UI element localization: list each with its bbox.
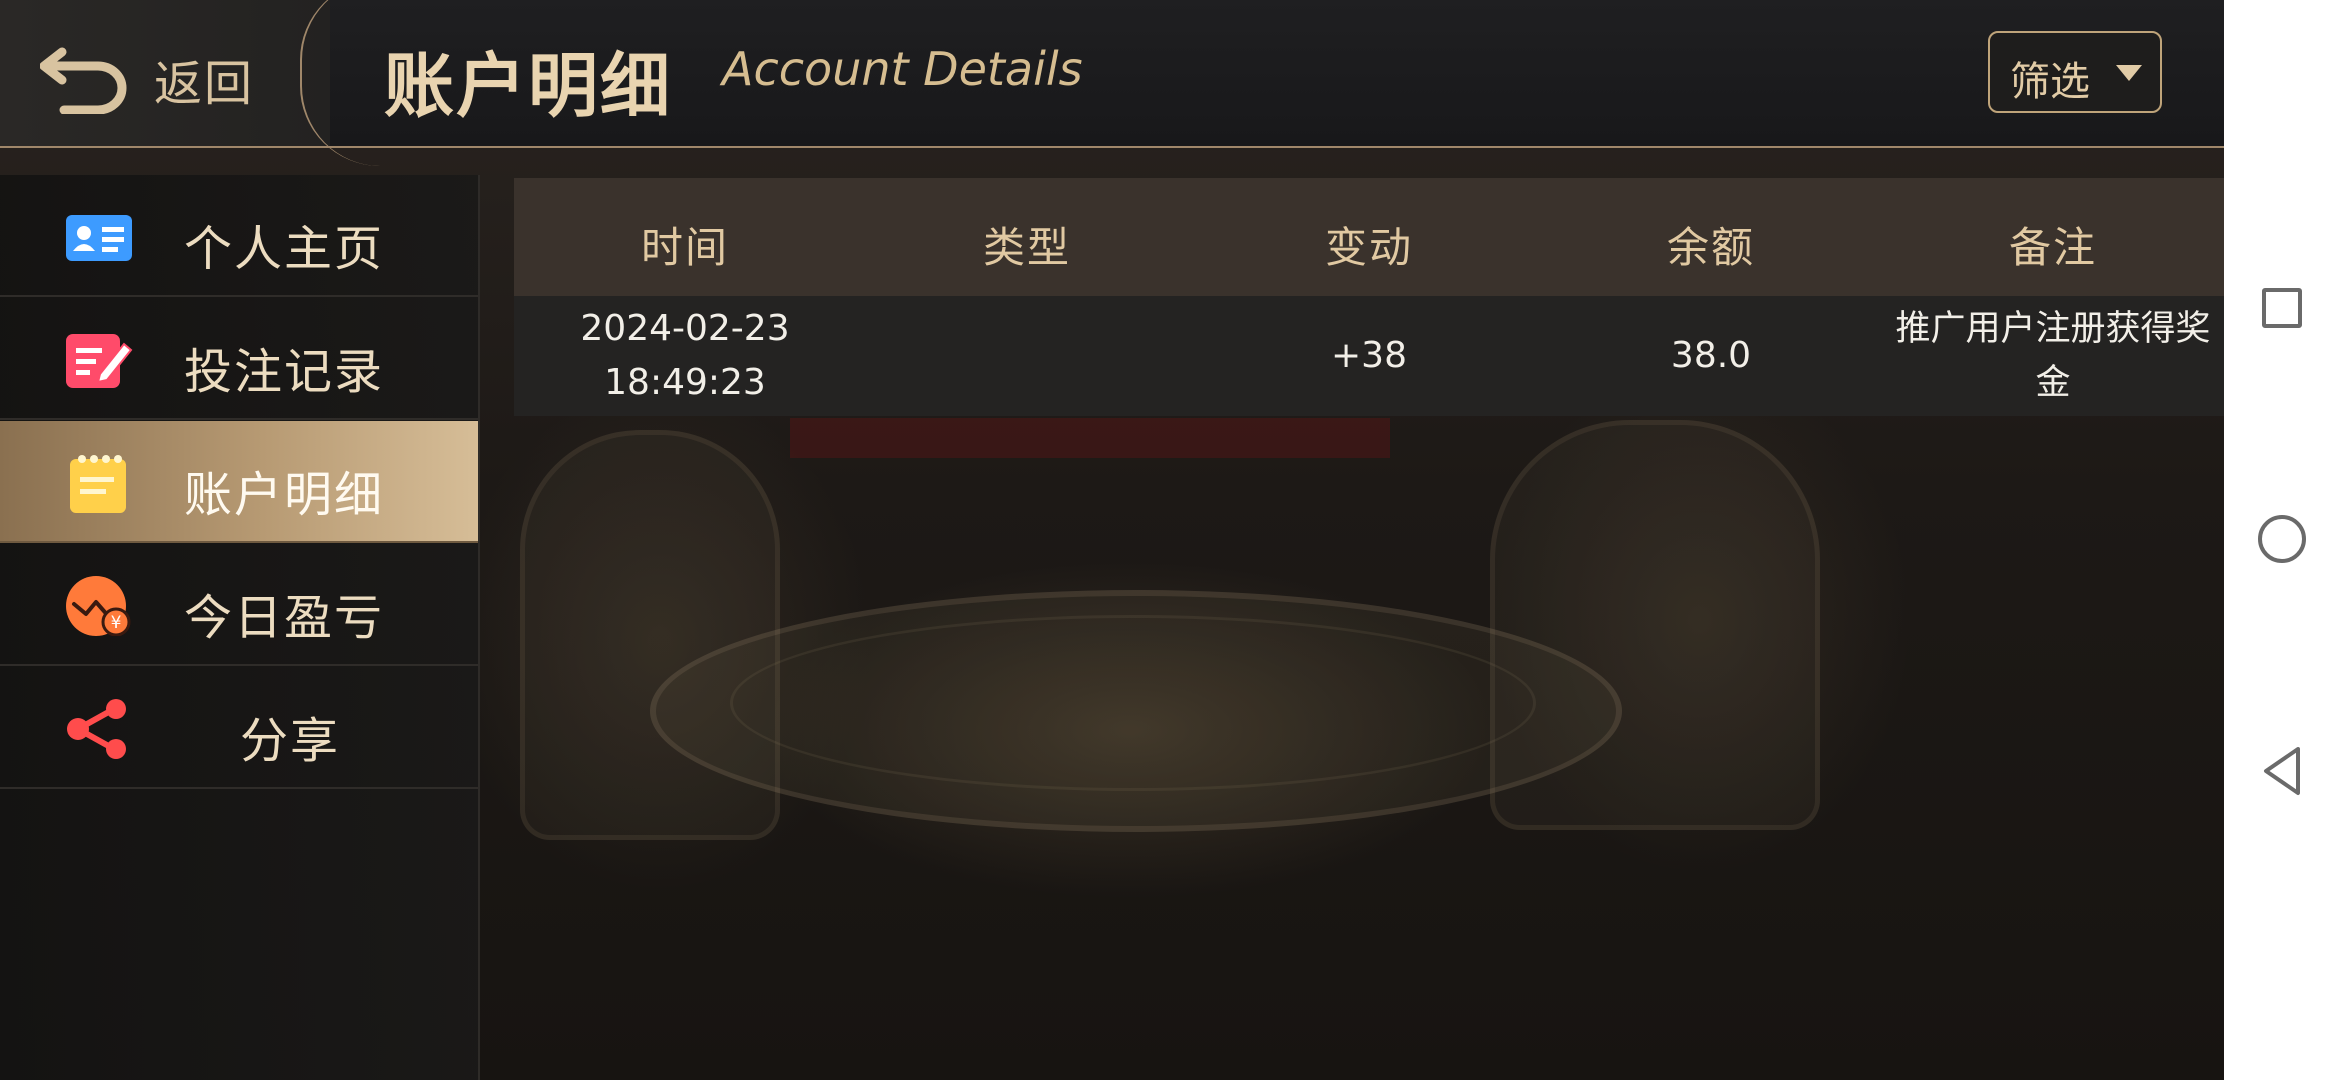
filter-button[interactable]: 筛选 <box>1988 31 2162 113</box>
background-decoration <box>790 418 1390 458</box>
back-triangle-icon[interactable] <box>2258 744 2308 798</box>
notepad-icon <box>70 455 126 513</box>
recent-apps-icon[interactable] <box>2262 288 2302 328</box>
sidebar-item-account-details[interactable]: 账户明细 <box>0 421 478 543</box>
chevron-down-icon <box>2116 65 2142 81</box>
sidebar-item-label: 个人主页 <box>184 221 385 277</box>
home-icon[interactable] <box>2258 515 2306 563</box>
cell-time-date: 2024-02-23 <box>580 308 790 349</box>
sidebar: 个人主页 投注记录 账户明细 ¥ 今日盈亏 分享 <box>0 175 480 1080</box>
cell-note: 推广用户注册获得奖 金 <box>1883 302 2223 410</box>
sidebar-item-bet-records[interactable]: 投注记录 <box>0 298 478 420</box>
table-header: 时间 类型 变动 余额 备注 <box>514 178 2224 296</box>
column-header-time: 时间 <box>640 223 729 272</box>
sidebar-item-label: 账户明细 <box>184 467 385 523</box>
profit-loss-icon: ¥ <box>66 576 131 636</box>
sidebar-item-label: 分享 <box>240 713 341 769</box>
table-row: 2024-02-23 18:49:23 +38 38.0 推广用户注册获得奖 金 <box>514 296 2224 416</box>
column-header-note: 备注 <box>2008 223 2097 272</box>
share-icon <box>67 699 126 759</box>
back-arrow-icon[interactable] <box>40 34 130 114</box>
sidebar-item-daily-profit[interactable]: ¥ 今日盈亏 <box>0 544 478 666</box>
cell-change: +38 <box>1331 335 1407 376</box>
sidebar-item-share[interactable]: 分享 <box>0 667 478 789</box>
sidebar-item-profile[interactable]: 个人主页 <box>0 175 478 297</box>
column-header-type: 类型 <box>982 223 1071 272</box>
system-nav-bar <box>2224 0 2340 1080</box>
page-title: 账户明细 <box>384 45 672 127</box>
background-table-inner <box>730 615 1536 791</box>
column-header-change: 变动 <box>1324 223 1413 272</box>
app-screen: 返回 账户明细 Account Details 筛选 个人主页 投注记录 账户明… <box>0 0 2224 1080</box>
cell-time-clock: 18:49:23 <box>604 362 766 403</box>
sidebar-item-label: 今日盈亏 <box>184 590 385 646</box>
column-header-balance: 余额 <box>1666 223 1755 272</box>
id-card-icon <box>66 215 132 261</box>
cell-note-line1: 推广用户注册获得奖 <box>1895 309 2211 349</box>
sidebar-item-label: 投注记录 <box>184 344 385 400</box>
svg-text:¥: ¥ <box>111 613 122 633</box>
cell-note-line2: 金 <box>2035 363 2071 403</box>
header-bar: 返回 账户明细 Account Details 筛选 <box>0 0 2224 166</box>
edit-note-icon <box>66 334 133 388</box>
cell-balance: 38.0 <box>1670 335 1752 376</box>
back-button[interactable]: 返回 <box>154 44 254 114</box>
filter-label: 筛选 <box>2010 59 2090 105</box>
page-subtitle: Account Details <box>722 42 1083 96</box>
cell-time: 2024-02-23 18:49:23 <box>514 302 856 410</box>
